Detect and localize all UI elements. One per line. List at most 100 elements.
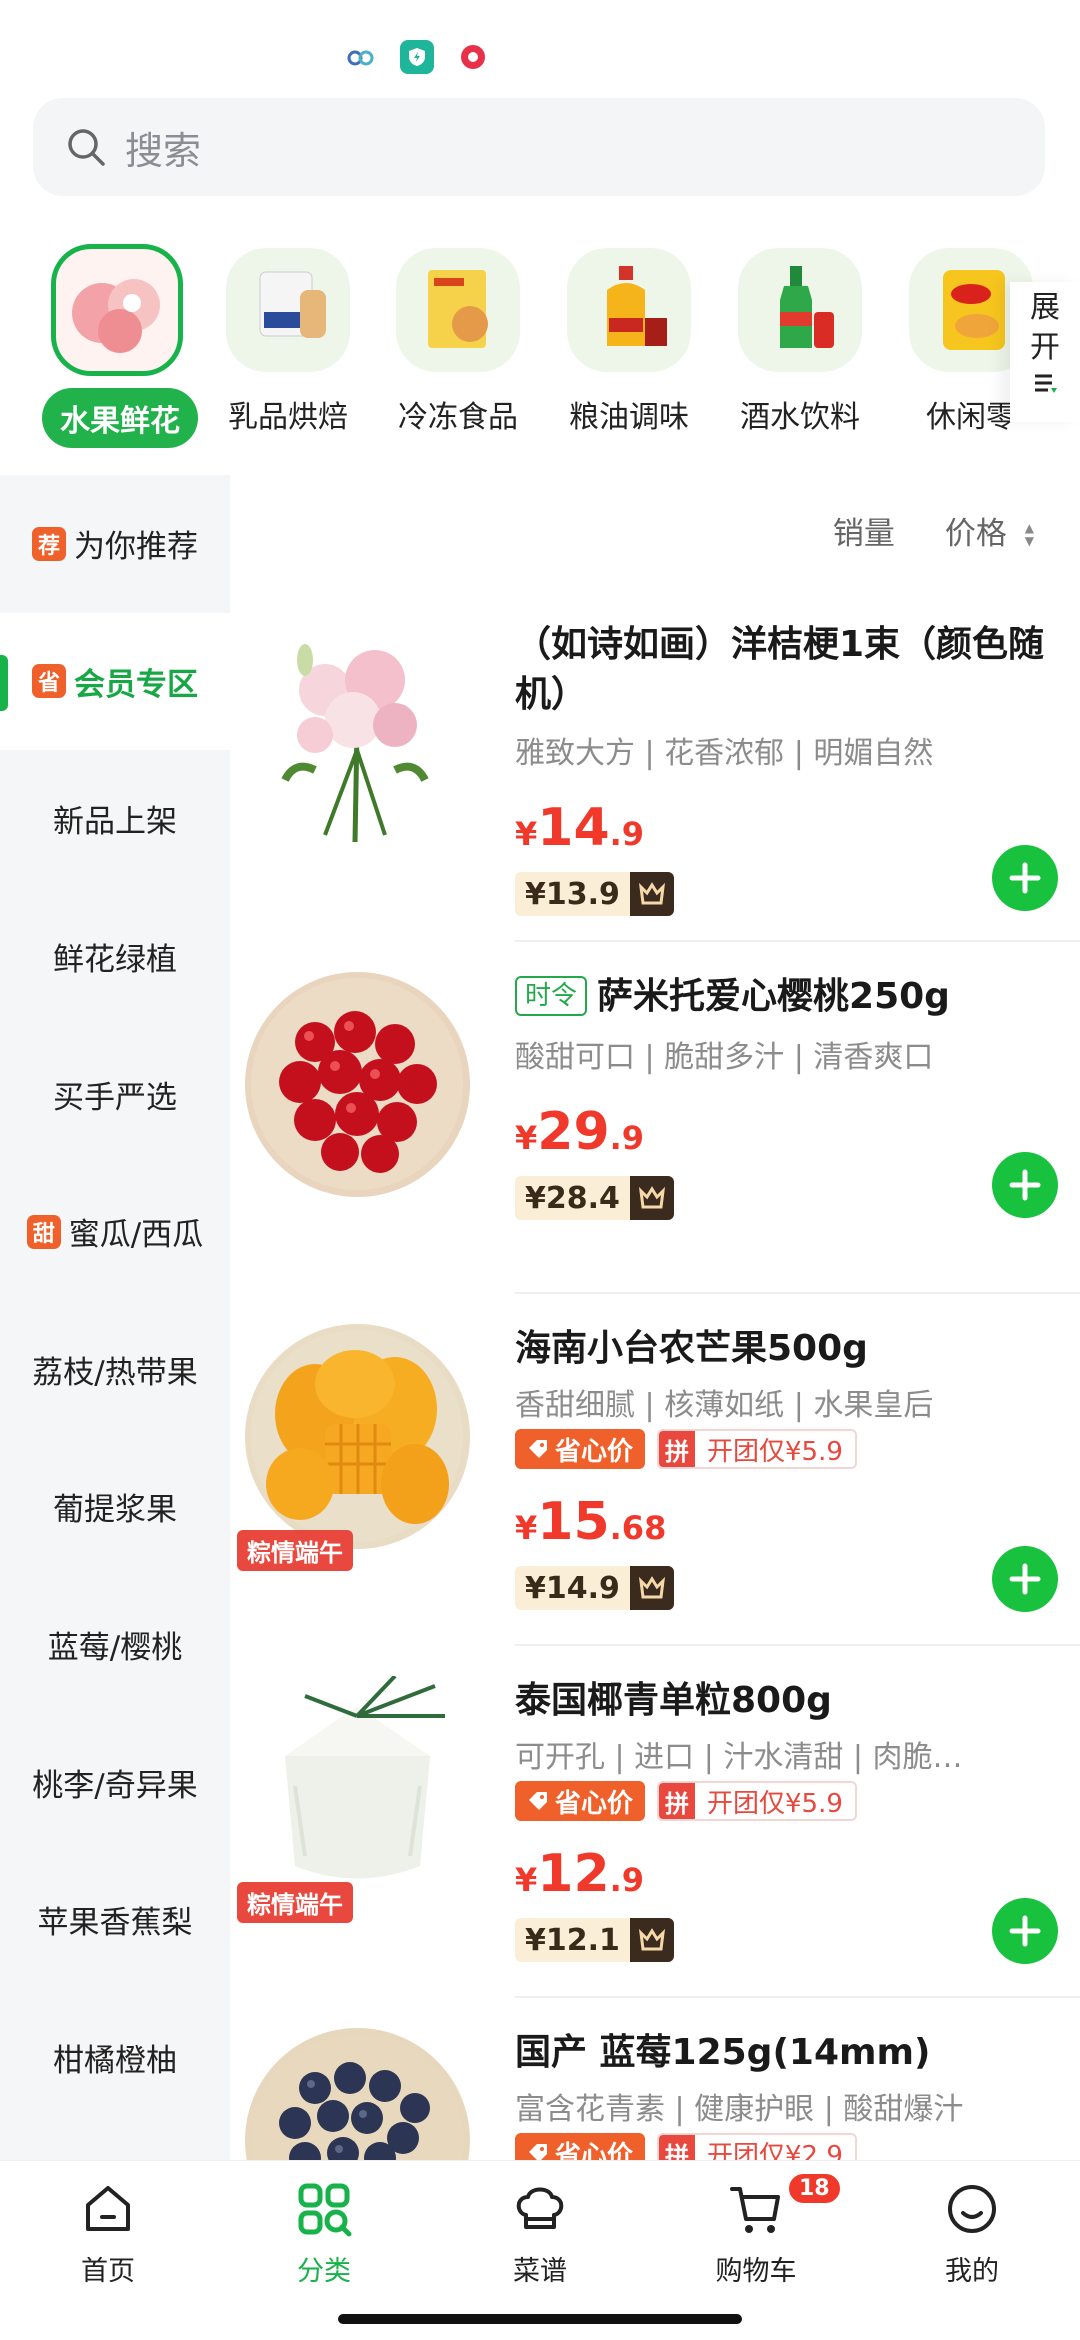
product-title: 国产 蓝莓125g(14mm) <box>515 2032 931 2073</box>
group-buy-icon: 拼 <box>659 1783 696 1819</box>
seasonal-badge: 时令 <box>515 976 588 1016</box>
add-to-cart-button[interactable] <box>992 1898 1058 1964</box>
category-label: 乳品烘焙 <box>228 400 348 435</box>
sidebar-item-flowers-plants[interactable]: 鲜花绿植 <box>0 888 230 1026</box>
member-price-badge: ¥28.4 <box>515 1176 674 1220</box>
status-bar-icons <box>344 40 490 74</box>
sidebar-item-label: 新品上架 <box>53 804 177 841</box>
group-buy-label: 开团仅¥2.9 <box>707 2140 843 2161</box>
cart-icon <box>730 2187 780 2233</box>
sort-price-label: 价格 <box>944 515 1007 552</box>
member-crown-icon <box>629 1176 674 1220</box>
value-price-label: 省心价 <box>555 1436 634 1467</box>
add-to-cart-button[interactable] <box>992 1152 1058 1218</box>
expand-categories-button[interactable]: 展开 <box>1010 282 1080 422</box>
product-card[interactable]: 时令 萨米托爱心樱桃250g 酸甜可口 | 脆甜多汁 | 清香爽口 ¥29.9 ¥… <box>245 942 1080 1294</box>
product-card[interactable]: 粽情端午 海南小台农芒果500g 香甜细腻 | 核薄如纸 | 水果皇后 省心价 … <box>237 1294 1080 1646</box>
product-tags: 省心价 拼 开团仅¥2.9 <box>515 2133 857 2160</box>
sidebar-item-blueberry-cherry[interactable]: 蓝莓/樱桃 <box>0 1576 230 1714</box>
sidebar-item-recommend[interactable]: 荐 为你推荐 <box>0 475 230 613</box>
product-image-cherries <box>245 972 470 1197</box>
sidebar-item-label: 桃李/奇异果 <box>32 1767 198 1804</box>
price-yen: ¥ <box>515 1119 538 1157</box>
group-buy-label: 开团仅¥5.9 <box>707 1788 843 1819</box>
search-placeholder: 搜索 <box>125 128 202 173</box>
search-bar[interactable]: 搜索 <box>33 98 1045 196</box>
product-tags: 省心价 拼 开团仅¥5.9 <box>515 1429 857 1469</box>
sidebar-item-melon[interactable]: 甜 蜜瓜/西瓜 <box>0 1163 230 1301</box>
category-dairy-bakery[interactable]: 乳品烘焙 <box>213 240 363 436</box>
price-tag-icon <box>529 1440 547 1458</box>
category-frozen[interactable]: 冷冻食品 <box>383 240 533 436</box>
sidebar-item-member-zone[interactable]: 省 会员专区 <box>0 612 230 751</box>
tab-profile[interactable]: 我的 <box>864 2161 1080 2340</box>
product-card[interactable]: （如诗如画）洋桔梗1束（颜色随机） 雅致大方 | 花香浓郁 | 明媚自然 ¥14… <box>281 590 1080 942</box>
sidebar-item-peach-kiwi[interactable]: 桃李/奇异果 <box>0 1713 230 1851</box>
product-desc: 酸甜可口 | 脆甜多汁 | 清香爽口 <box>515 1040 934 1075</box>
sort-by-sales[interactable]: 销量 <box>833 508 895 553</box>
price-tag-icon <box>529 2144 547 2160</box>
sidebar-item-label: 苹果香蕉梨 <box>37 1905 193 1942</box>
add-to-cart-button[interactable] <box>992 1546 1058 1612</box>
price-int: 14 <box>537 798 610 858</box>
member-price-badge: ¥13.9 <box>515 872 674 916</box>
product-card[interactable]: 国产 蓝莓125g(14mm) 富含花青素 | 健康护眼 | 酸甜爆汁 省心价 … <box>245 1998 1080 2160</box>
group-buy-tag: 拼 开团仅¥5.9 <box>657 1429 857 1469</box>
category-label: 冷冻食品 <box>398 400 518 435</box>
smile-icon <box>948 2185 996 2233</box>
price-dec: .68 <box>609 1509 667 1547</box>
sidebar-item-citrus[interactable]: 柑橘橙柚 <box>0 1989 230 2127</box>
price-int: 15 <box>537 1492 610 1552</box>
product-price: ¥29.9 <box>515 1102 644 1162</box>
sidebar-item-lychee-tropical[interactable]: 荔枝/热带果 <box>0 1301 230 1439</box>
price-dec: .9 <box>609 815 645 853</box>
product-price: ¥12.9 <box>515 1844 644 1904</box>
sidebar-item-label: 买手严选 <box>53 1079 177 1116</box>
sidebar-item-grape-berries[interactable]: 葡提浆果 <box>0 1438 230 1576</box>
sweet-tag: 甜 <box>26 1214 61 1249</box>
price-int: 12 <box>537 1844 610 1904</box>
category-fruit-flowers[interactable]: 水果鲜花 <box>42 240 198 448</box>
product-desc: 雅致大方 | 花香浓郁 | 明媚自然 <box>515 736 934 771</box>
category-oil-seasoning[interactable]: 粮油调味 <box>554 240 704 436</box>
price-yen: ¥ <box>515 815 538 853</box>
add-to-cart-button[interactable] <box>992 845 1058 911</box>
product-desc: 香甜细腻 | 核薄如纸 | 水果皇后 <box>515 1388 934 1423</box>
category-image <box>226 248 350 372</box>
chef-hat-icon <box>516 2187 564 2229</box>
category-label: 水果鲜花 <box>42 388 198 448</box>
sort-by-price[interactable]: 价格 ▲ ▼ <box>945 508 1034 553</box>
sidebar-item-label: 蓝莓/樱桃 <box>47 1630 183 1667</box>
tab-label: 我的 <box>945 2256 999 2287</box>
recommend-tag: 荐 <box>32 526 66 561</box>
sidebar-item-buyer-select[interactable]: 买手严选 <box>0 1025 230 1163</box>
category-icon <box>298 2183 352 2237</box>
category-image <box>738 248 862 372</box>
sidebar-item-label: 会员专区 <box>74 666 198 703</box>
member-tag: 省 <box>32 664 66 699</box>
sidebar-item-apple-banana-pear[interactable]: 苹果香蕉梨 <box>0 1851 230 1989</box>
product-desc: 富含花青素 | 健康护眼 | 酸甜爆汁 <box>515 2092 964 2127</box>
category-image <box>396 248 520 372</box>
home-icon <box>86 2186 130 2231</box>
price-tag-icon <box>529 1792 547 1810</box>
category-drinks[interactable]: 酒水饮料 <box>725 240 875 436</box>
home-indicator <box>338 2314 742 2324</box>
price-dec: .9 <box>609 1119 645 1157</box>
product-list: （如诗如画）洋桔梗1束（颜色随机） 雅致大方 | 花香浓郁 | 明媚自然 ¥14… <box>230 590 1080 2160</box>
sidebar: 荐 为你推荐 省 会员专区 新品上架 鲜花绿植 买手严选 甜 蜜瓜/西瓜 荔枝/… <box>0 475 230 2165</box>
product-price: ¥15.68 <box>515 1492 666 1552</box>
member-price: ¥14.9 <box>515 1566 630 1610</box>
group-buy-tag: 拼 开团仅¥5.9 <box>657 1781 857 1821</box>
category-image <box>51 244 183 376</box>
member-crown-icon <box>629 872 674 916</box>
expand-label: 展开 <box>1030 290 1060 365</box>
product-card[interactable]: 粽情端午 泰国椰青单粒800g 可开孔 | 进口 | 汁水清甜 | 肉脆… 省心… <box>237 1646 1080 1998</box>
product-image-lisianthus <box>245 620 470 845</box>
plus-icon <box>1009 1915 1041 1947</box>
member-price-badge: ¥14.9 <box>515 1566 674 1610</box>
tab-home[interactable]: 首页 <box>0 2161 216 2340</box>
price-dec: .9 <box>609 1861 645 1899</box>
sidebar-item-new[interactable]: 新品上架 <box>0 750 230 888</box>
product-title: 海南小台农芒果500g <box>515 1328 868 1369</box>
